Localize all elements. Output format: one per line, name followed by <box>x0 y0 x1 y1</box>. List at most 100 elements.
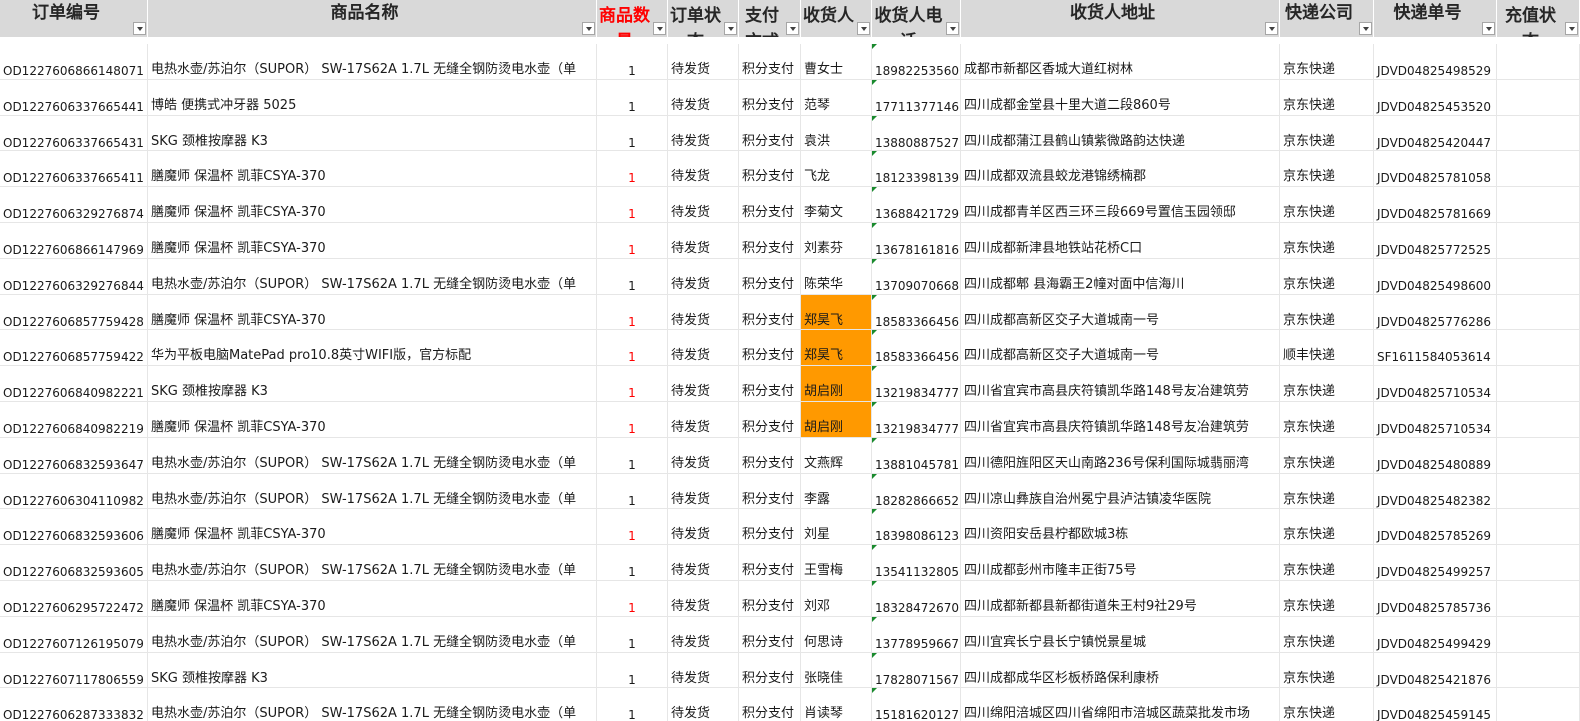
cell-qty[interactable]: 1 <box>597 44 668 80</box>
cell-address[interactable]: 四川资阳安岳县柠都欧城3栋 <box>961 509 1280 546</box>
cell-order-no[interactable]: OD1227606287333832 <box>0 688 148 721</box>
cell-product[interactable]: 膳魔师 保温杯 凯菲CSYA-370 <box>148 187 597 223</box>
cell-product[interactable]: 电热水壶/苏泊尔（SUPOR） SW-17S62A 1.7L 无缝全钢防烫电水壶… <box>148 258 597 295</box>
cell-receiver[interactable]: 文燕辉 <box>801 437 872 474</box>
cell-tracking[interactable]: JDVD04825781058 <box>1374 151 1497 188</box>
cell-recharge[interactable] <box>1497 294 1580 331</box>
cell-recharge[interactable] <box>1497 616 1580 653</box>
cell-order-no[interactable]: OD1227607126195079 <box>0 616 148 653</box>
cell-address[interactable]: 四川成都金堂县十里大道二段860号 <box>961 79 1280 116</box>
cell-receiver[interactable]: 郑昊飞 <box>801 294 872 331</box>
cell-product[interactable]: 博皓 便携式冲牙器 5025 <box>148 79 597 116</box>
cell-status[interactable]: 待发货 <box>668 473 739 510</box>
cell-pay[interactable]: 积分支付 <box>739 294 801 331</box>
filter-dropdown-icon[interactable] <box>582 22 595 35</box>
cell-pay[interactable]: 积分支付 <box>739 437 801 474</box>
cell-phone[interactable]: 17711377146 <box>872 79 961 116</box>
cell-pay[interactable]: 积分支付 <box>739 616 801 653</box>
cell-recharge[interactable] <box>1497 366 1580 402</box>
cell-phone[interactable]: 13688421729 <box>872 187 961 223</box>
cell-recharge[interactable] <box>1497 473 1580 510</box>
cell-pay[interactable]: 积分支付 <box>739 509 801 546</box>
cell-product[interactable]: 膳魔师 保温杯 凯菲CSYA-370 <box>148 223 597 259</box>
cell-phone[interactable]: 13219834777 <box>872 366 961 402</box>
cell-receiver[interactable]: 何思诗 <box>801 616 872 653</box>
cell-phone[interactable]: 15181620127 <box>872 688 961 721</box>
cell-tracking[interactable]: JDVD04825482382 <box>1374 473 1497 510</box>
cell-product[interactable]: 电热水壶/苏泊尔（SUPOR） SW-17S62A 1.7L 无缝全钢防烫电水壶… <box>148 437 597 474</box>
cell-qty[interactable]: 1 <box>597 688 668 721</box>
cell-product[interactable]: 电热水壶/苏泊尔（SUPOR） SW-17S62A 1.7L 无缝全钢防烫电水壶… <box>148 44 597 80</box>
cell-receiver[interactable]: 刘素芬 <box>801 223 872 259</box>
cell-pay[interactable]: 积分支付 <box>739 330 801 367</box>
cell-product[interactable]: 电热水壶/苏泊尔（SUPOR） SW-17S62A 1.7L 无缝全钢防烫电水壶… <box>148 545 597 581</box>
cell-pay[interactable]: 积分支付 <box>739 151 801 188</box>
cell-tracking[interactable]: JDVD04825480889 <box>1374 437 1497 474</box>
filter-dropdown-icon[interactable] <box>653 22 666 35</box>
cell-address[interactable]: 四川成都郫 县海霸王2幢对面中信海川 <box>961 258 1280 295</box>
cell-tracking[interactable]: JDVD04825453520 <box>1374 79 1497 116</box>
cell-phone[interactable]: 18282866652 <box>872 473 961 510</box>
cell-qty[interactable]: 1 <box>597 616 668 653</box>
cell-address[interactable]: 四川省宜宾市高县庆符镇凯华路148号友冶建筑劳 <box>961 366 1280 402</box>
cell-address[interactable]: 四川凉山彝族自治州冕宁县泸沽镇凌华医院 <box>961 473 1280 510</box>
cell-address[interactable]: 四川成都青羊区西三环三段669号置信玉园领邸 <box>961 187 1280 223</box>
cell-order-no[interactable]: OD1227606329276844 <box>0 258 148 295</box>
cell-address[interactable]: 四川成都高新区交子大道城南一号 <box>961 294 1280 331</box>
cell-status[interactable]: 待发货 <box>668 223 739 259</box>
cell-qty[interactable]: 1 <box>597 294 668 331</box>
cell-courier[interactable]: 京东快递 <box>1280 366 1374 402</box>
cell-order-no[interactable]: OD1227606832593606 <box>0 509 148 546</box>
cell-product[interactable]: 电热水壶/苏泊尔（SUPOR） SW-17S62A 1.7L 无缝全钢防烫电水壶… <box>148 688 597 721</box>
cell-courier[interactable]: 京东快递 <box>1280 688 1374 721</box>
cell-receiver[interactable]: 肖读琴 <box>801 688 872 721</box>
cell-pay[interactable]: 积分支付 <box>739 545 801 581</box>
cell-phone[interactable]: 18583366456 <box>872 294 961 331</box>
cell-courier[interactable]: 京东快递 <box>1280 545 1374 581</box>
cell-qty[interactable]: 1 <box>597 115 668 152</box>
cell-address[interactable]: 四川德阳旌阳区天山南路236号保利国际城翡丽湾 <box>961 437 1280 474</box>
cell-product[interactable]: SKG 颈椎按摩器 K3 <box>148 115 597 152</box>
cell-qty[interactable]: 1 <box>597 223 668 259</box>
cell-status[interactable]: 待发货 <box>668 652 739 689</box>
cell-recharge[interactable] <box>1497 223 1580 259</box>
cell-qty[interactable]: 1 <box>597 437 668 474</box>
cell-phone[interactable]: 13219834777 <box>872 402 961 438</box>
cell-order-no[interactable]: OD1227606337665441 <box>0 79 148 116</box>
cell-recharge[interactable] <box>1497 151 1580 188</box>
cell-product[interactable]: SKG 颈椎按摩器 K3 <box>148 366 597 402</box>
cell-courier[interactable]: 京东快递 <box>1280 294 1374 331</box>
cell-receiver[interactable]: 胡启刚 <box>801 402 872 438</box>
cell-phone[interactable]: 18398086123 <box>872 509 961 546</box>
filter-dropdown-icon[interactable] <box>1359 22 1372 35</box>
cell-pay[interactable]: 积分支付 <box>739 79 801 116</box>
cell-tracking[interactable]: JDVD04825459145 <box>1374 688 1497 721</box>
filter-dropdown-icon[interactable] <box>946 22 959 35</box>
cell-tracking[interactable]: JDVD04825499429 <box>1374 616 1497 653</box>
cell-pay[interactable]: 积分支付 <box>739 223 801 259</box>
cell-status[interactable]: 待发货 <box>668 545 739 581</box>
filter-dropdown-icon[interactable] <box>1265 22 1278 35</box>
cell-recharge[interactable] <box>1497 115 1580 152</box>
cell-tracking[interactable]: JDVD04825785269 <box>1374 509 1497 546</box>
cell-receiver[interactable]: 张晓佳 <box>801 652 872 689</box>
cell-order-no[interactable]: OD1227606840982219 <box>0 402 148 438</box>
cell-pay[interactable]: 积分支付 <box>739 115 801 152</box>
cell-address[interactable]: 四川宜宾长宁县长宁镇悦景星城 <box>961 616 1280 653</box>
cell-phone[interactable]: 13881045781 <box>872 437 961 474</box>
cell-phone[interactable]: 18583366456 <box>872 330 961 367</box>
cell-status[interactable]: 待发货 <box>668 688 739 721</box>
cell-tracking[interactable]: JDVD04825710534 <box>1374 402 1497 438</box>
filter-dropdown-icon[interactable] <box>133 22 146 35</box>
cell-courier[interactable]: 京东快递 <box>1280 151 1374 188</box>
cell-address[interactable]: 四川成都成华区杉板桥路保利康桥 <box>961 652 1280 689</box>
cell-courier[interactable]: 京东快递 <box>1280 473 1374 510</box>
cell-phone[interactable]: 18328472670 <box>872 581 961 617</box>
cell-address[interactable]: 四川成都高新区交子大道城南一号 <box>961 330 1280 367</box>
cell-qty[interactable]: 1 <box>597 402 668 438</box>
cell-status[interactable]: 待发货 <box>668 44 739 80</box>
cell-tracking[interactable]: SF1611584053614 <box>1374 330 1497 367</box>
cell-status[interactable]: 待发货 <box>668 294 739 331</box>
cell-recharge[interactable] <box>1497 79 1580 116</box>
cell-phone[interactable]: 13678161816 <box>872 223 961 259</box>
